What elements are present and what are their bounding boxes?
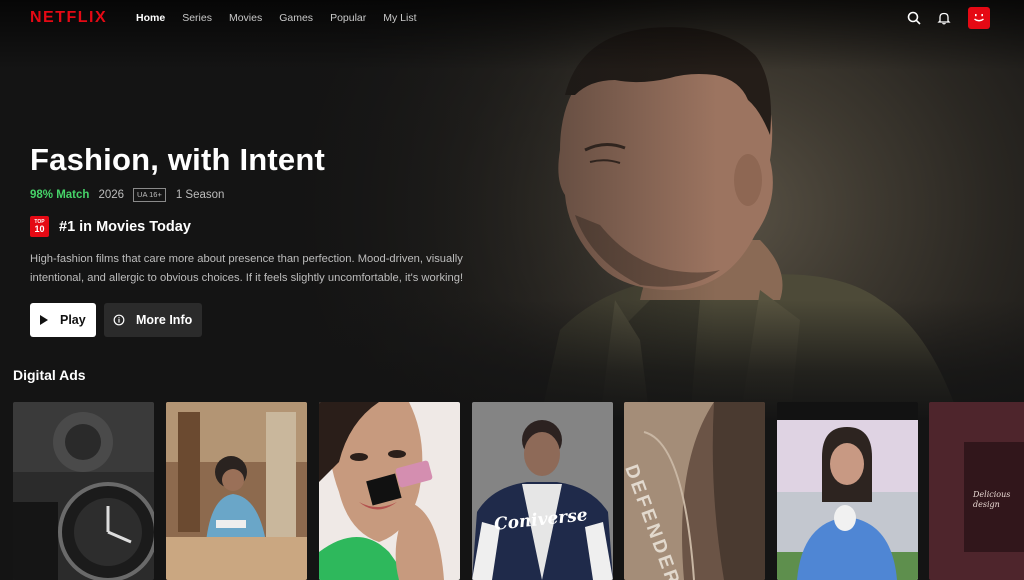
nav-links: Home Series Movies Games Popular My List xyxy=(136,12,434,24)
netflix-logo[interactable]: NETFLIX xyxy=(30,9,107,27)
play-icon xyxy=(40,315,48,325)
top10-row: TOP 10 #1 in Movies Today xyxy=(30,216,191,237)
maturity-rating-badge: UA 16+ xyxy=(133,188,166,202)
nav-link-home[interactable]: Home xyxy=(136,12,165,24)
nav-link-series[interactable]: Series xyxy=(182,12,212,24)
hero-actions: Play More Info xyxy=(30,303,202,337)
hero-title: Fashion, with Intent xyxy=(30,142,326,177)
hero-description: High-fashion films that care more about … xyxy=(30,253,464,284)
watch-icon xyxy=(13,402,154,580)
nav-link-movies[interactable]: Movies xyxy=(229,12,262,24)
release-year: 2026 xyxy=(98,188,125,201)
season-count: 1 Season xyxy=(175,188,225,201)
netflix-home-page: NETFLIX Home Series Movies Games Popular… xyxy=(0,0,1024,580)
play-button-label: Play xyxy=(60,313,86,327)
more-info-button-label: More Info xyxy=(136,313,193,327)
watch-tile[interactable] xyxy=(13,402,154,580)
varsity-jacket-tile[interactable]: Coniverse xyxy=(472,402,613,580)
search-icon[interactable] xyxy=(906,10,922,26)
dessert-tile[interactable]: Delicious design xyxy=(929,402,1024,580)
row-tiles: Coniverse DEFENDER Delicious design xyxy=(13,402,1024,580)
play-button[interactable]: Play xyxy=(30,303,96,337)
top10-badge-bottom: 10 xyxy=(34,223,45,234)
nav-link-games[interactable]: Games xyxy=(279,12,313,24)
info-icon xyxy=(113,314,125,326)
defender-tile[interactable]: DEFENDER xyxy=(624,402,765,580)
person-icon xyxy=(777,402,918,580)
hero-meta: 98% Match 2026 UA 16+ 1 Season xyxy=(30,188,224,202)
top-nav: NETFLIX Home Series Movies Games Popular… xyxy=(0,0,1024,36)
more-info-button[interactable]: More Info xyxy=(104,303,202,337)
person-icon xyxy=(319,402,460,580)
ball-toss-tile[interactable] xyxy=(777,402,918,580)
top10-badge-icon: TOP 10 xyxy=(30,216,49,237)
smiley-face-icon xyxy=(974,14,984,22)
top10-text: #1 in Movies Today xyxy=(59,218,191,235)
nav-link-my-list[interactable]: My List xyxy=(383,12,416,24)
nav-link-popular[interactable]: Popular xyxy=(330,12,366,24)
match-score: 98% Match xyxy=(30,188,90,201)
profile-avatar[interactable] xyxy=(968,7,990,29)
bell-icon[interactable] xyxy=(936,10,952,26)
lipgloss-tile[interactable] xyxy=(319,402,460,580)
row-title: Digital Ads xyxy=(13,367,86,383)
person-icon xyxy=(472,402,613,580)
cafe-tile[interactable] xyxy=(166,402,307,580)
person-icon xyxy=(166,402,307,580)
tile-overlay-text: Delicious design xyxy=(973,490,1011,509)
nav-actions xyxy=(906,7,990,29)
